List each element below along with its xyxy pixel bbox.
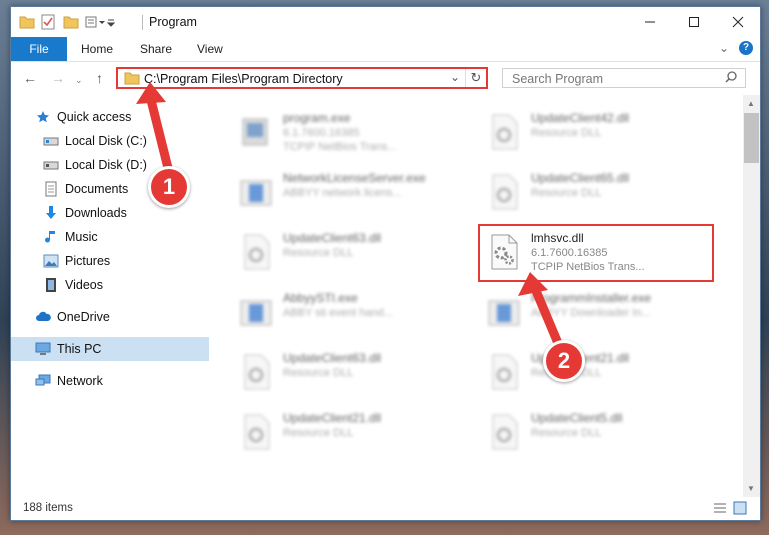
step-2-badge: 2 bbox=[543, 340, 585, 382]
arrow-1-head bbox=[136, 82, 166, 104]
arrow-1-shaft bbox=[145, 91, 173, 173]
annotation-arrows bbox=[136, 82, 565, 353]
arrow-2-head bbox=[518, 272, 548, 296]
arrow-2-shaft bbox=[529, 281, 565, 353]
step-1-badge: 1 bbox=[148, 166, 190, 208]
